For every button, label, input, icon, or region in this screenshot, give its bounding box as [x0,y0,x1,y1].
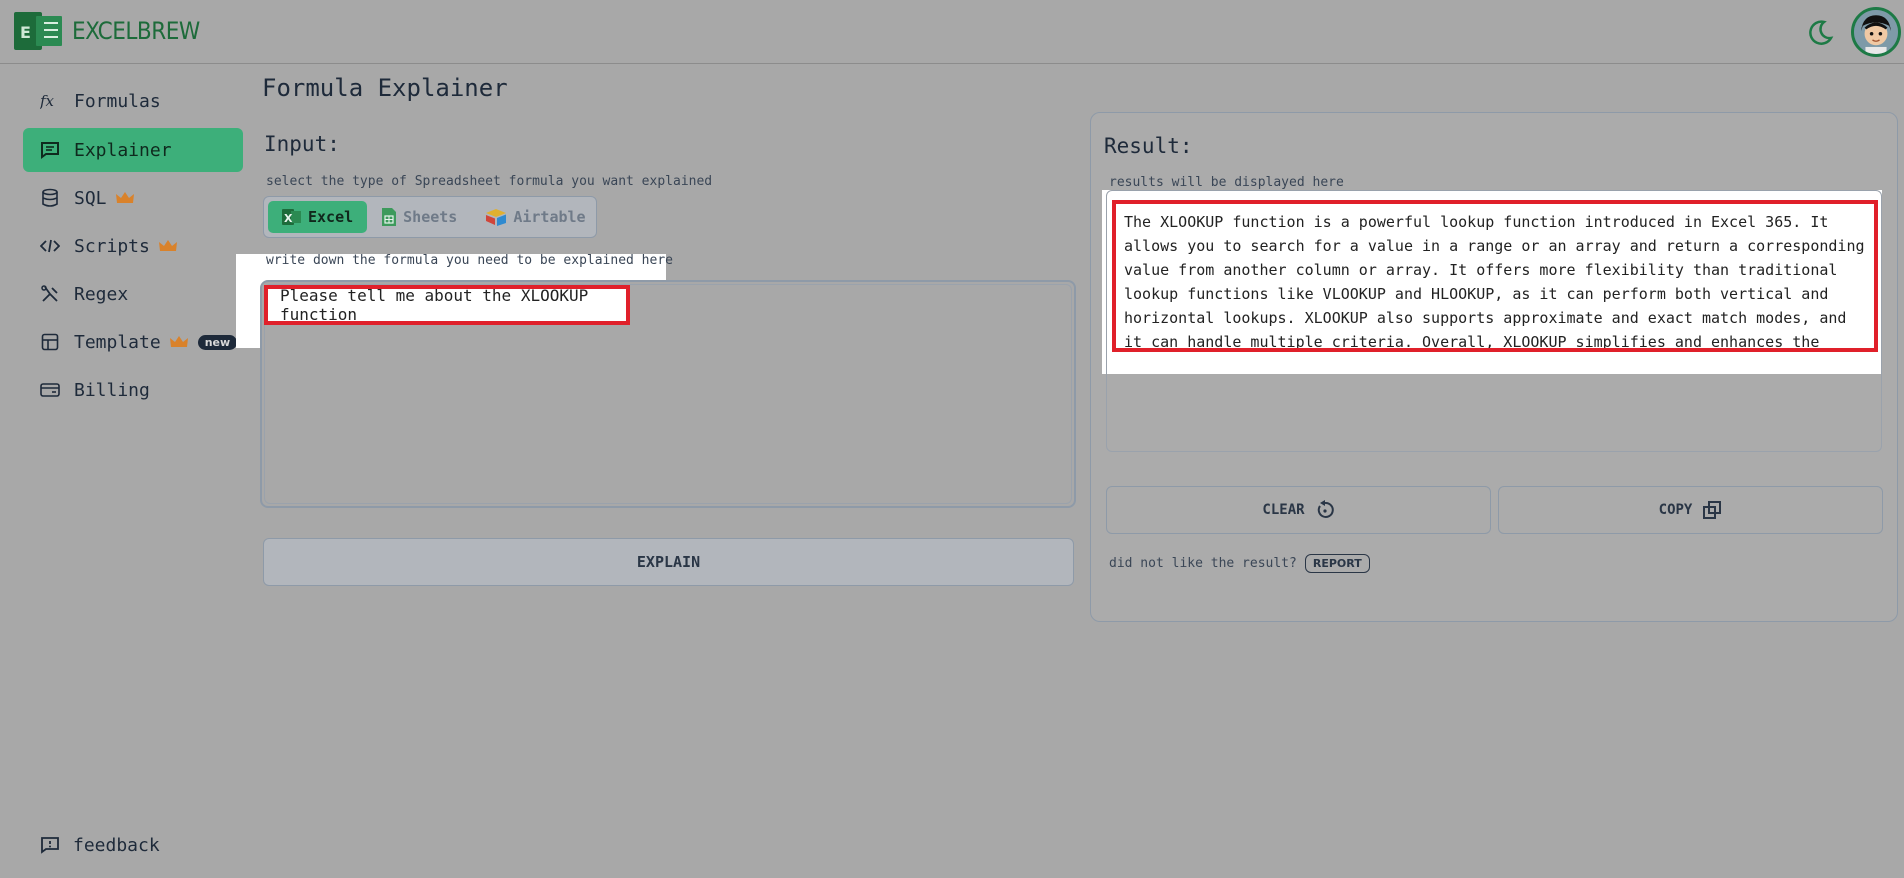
type-label: Excel [308,208,354,226]
app-name: EXCELBREW [72,17,200,45]
svg-text:fx: fx [40,92,55,110]
code-icon [39,235,61,257]
type-airtable-button[interactable]: Airtable [471,201,599,233]
avatar-face-icon [1854,10,1898,54]
regex-icon [39,283,61,305]
excelbrew-logo-icon: E [14,12,62,50]
input-label: Input: [264,132,340,156]
svg-text:E: E [20,23,31,42]
type-sheets-button[interactable]: Sheets [367,201,471,233]
message-icon [39,139,61,161]
message-icon [39,834,61,856]
fx-icon: fx [39,90,61,112]
formula-input-hint: write down the formula you need to be ex… [266,253,673,268]
sidebar-item-label: SQL [74,187,107,209]
app-logo[interactable]: E EXCELBREW [14,8,200,54]
type-select-hint: select the type of Spreadsheet formula y… [266,174,713,189]
sidebar-item-label: Explainer [74,139,172,161]
formula-query-text[interactable]: Please tell me about the XLOOKUP functio… [264,285,630,325]
sidebar-item-label: Template [74,331,161,353]
sidebar-item-formulas[interactable]: fx Formulas [23,79,243,123]
formula-type-selector: X Excel Sheets Airtable [263,196,597,238]
table-icon [39,331,61,353]
sheets-icon [382,208,397,226]
svg-text:X: X [284,212,293,225]
feedback-link[interactable]: feedback [39,834,160,856]
clear-label: CLEAR [1262,502,1305,518]
sidebar-item-regex[interactable]: Regex [23,272,243,316]
crown-icon [169,336,188,347]
report-button[interactable]: REPORT [1304,554,1370,573]
dark-mode-moon-icon[interactable] [1804,18,1834,48]
sidebar-item-label: Billing [74,379,150,401]
database-icon [39,187,61,209]
sidebar-item-template[interactable]: Template new [23,320,243,364]
sidebar: fx Formulas Explainer SQL Scripts Regex … [0,64,250,878]
crown-icon [158,240,177,251]
sidebar-item-label: Regex [74,283,129,305]
result-label: Result: [1104,134,1193,158]
clear-button[interactable]: CLEAR [1106,486,1491,534]
report-row: did not like the result? REPORT [1109,554,1370,573]
page-title: Formula Explainer [262,74,508,102]
dislike-text: did not like the result? [1109,556,1297,571]
sidebar-item-explainer[interactable]: Explainer [23,128,243,172]
copy-label: COPY [1658,502,1693,518]
type-excel-button[interactable]: X Excel [268,201,368,233]
explain-button[interactable]: EXPLAIN [263,538,1074,586]
reset-icon [1317,500,1334,518]
sidebar-item-billing[interactable]: Billing [23,368,243,412]
card-icon [39,379,61,401]
user-avatar[interactable] [1851,7,1901,57]
sidebar-item-scripts[interactable]: Scripts [23,224,243,268]
sidebar-item-label: Formulas [74,90,161,112]
result-text[interactable]: The XLOOKUP function is a powerful looku… [1112,200,1878,352]
airtable-icon [486,209,507,226]
type-label: Airtable [513,208,586,226]
new-badge: new [197,334,238,350]
sidebar-item-sql[interactable]: SQL [23,176,243,220]
app-header: E EXCELBREW [0,0,1904,64]
feedback-label: feedback [73,834,160,856]
crown-icon [115,192,134,203]
excel-icon: X [282,209,301,225]
copy-icon [1703,501,1722,519]
copy-button[interactable]: COPY [1498,486,1883,534]
type-label: Sheets [403,208,458,226]
sidebar-item-label: Scripts [74,235,150,257]
result-hint: results will be displayed here [1109,175,1344,190]
